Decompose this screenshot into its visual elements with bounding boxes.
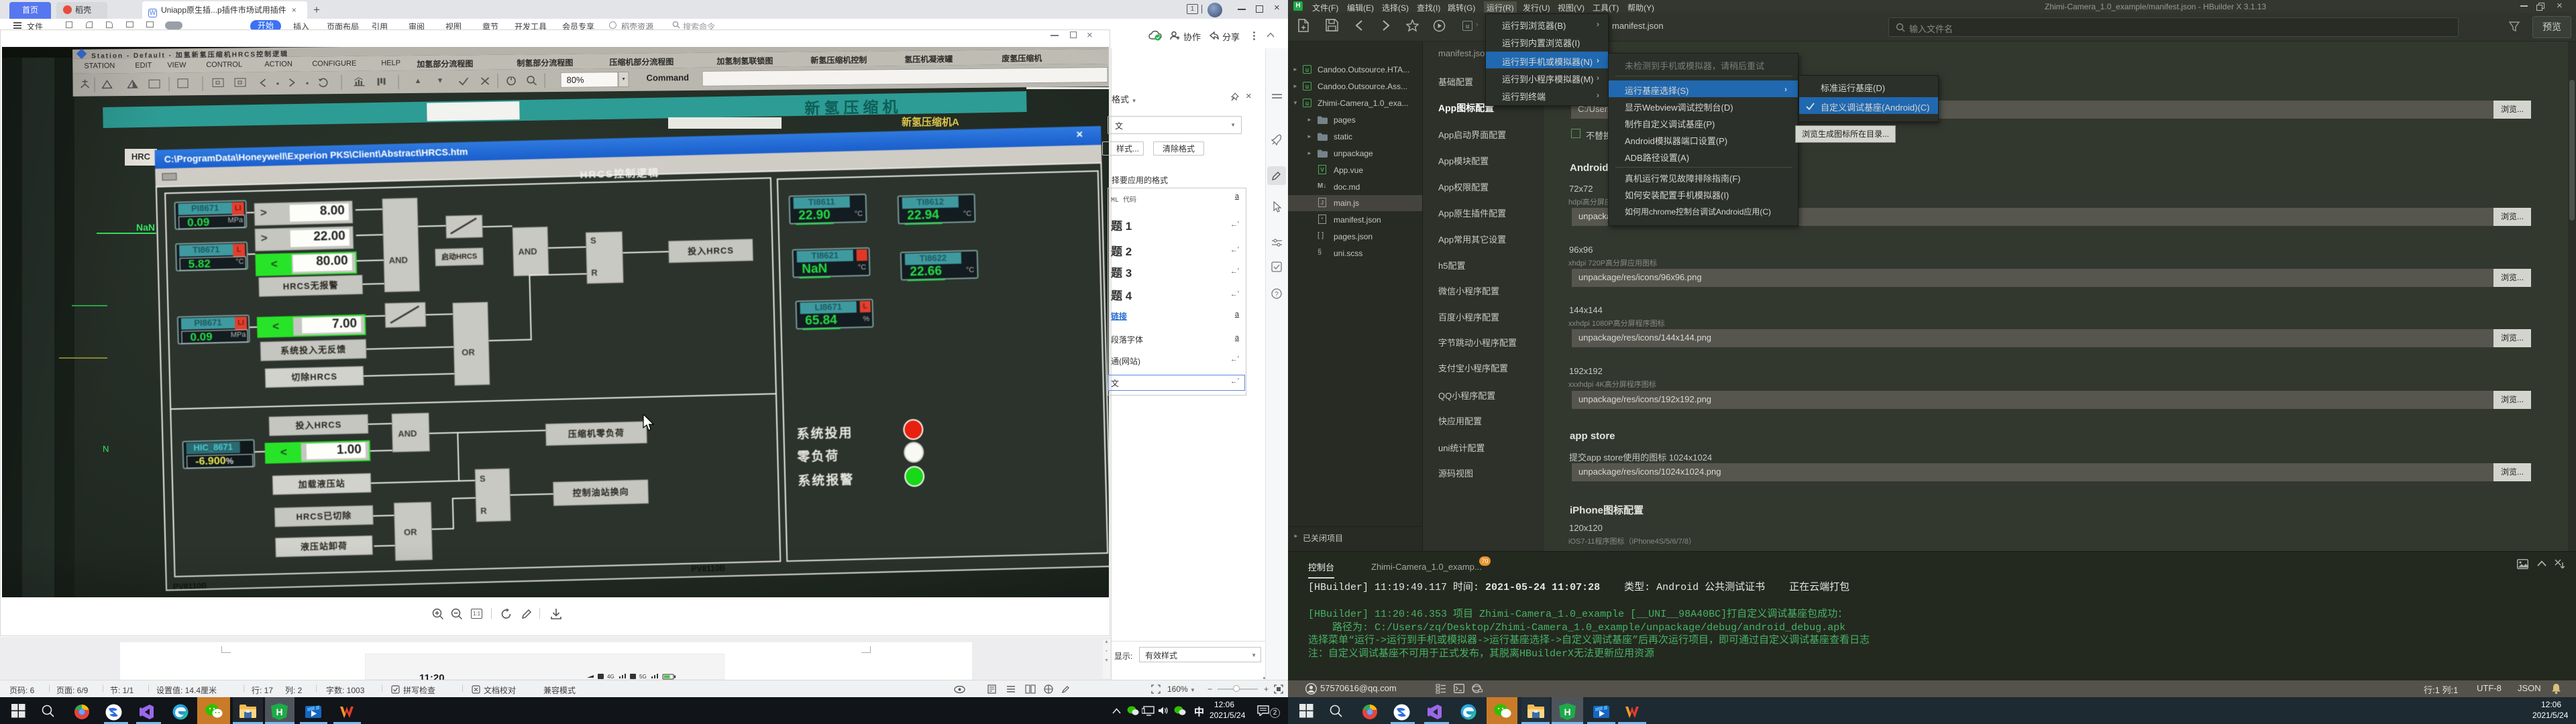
svg-text:?: ? <box>1275 291 1279 298</box>
svg-text:H: H <box>1564 707 1570 717</box>
svg-text:4G: 4G <box>607 674 614 680</box>
svg-text:5G: 5G <box>639 674 647 680</box>
svg-text:H: H <box>276 707 282 717</box>
